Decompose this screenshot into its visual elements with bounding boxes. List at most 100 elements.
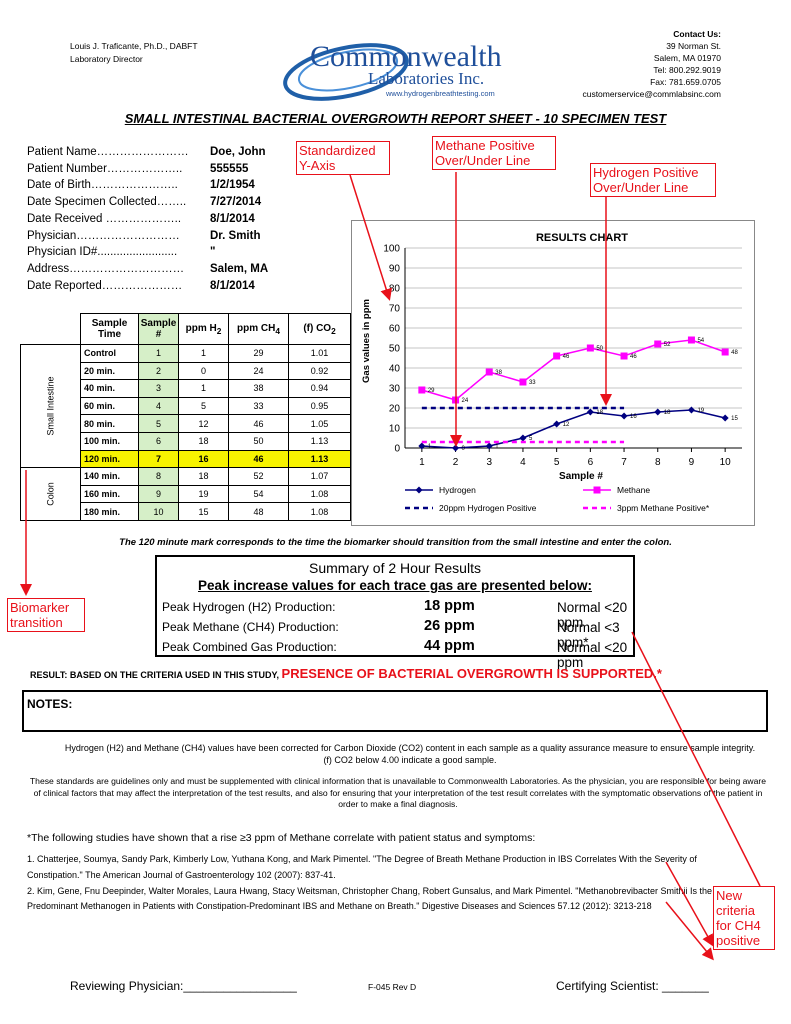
table-cell: 5: [138, 414, 180, 433]
patient-label: Patient Name……………………: [27, 146, 189, 158]
summary-row-combined: Peak Combined Gas Production: 44 ppm Nor…: [162, 638, 632, 670]
patient-label: Date Reported…………………: [27, 279, 183, 292]
results-chart-svg: RESULTS CHART Sample # Gas values in ppm…: [361, 232, 742, 513]
table-cell: Control: [80, 344, 140, 363]
table-cell: 9: [138, 484, 180, 504]
result-text: PRESENCE OF BACTERIAL OVERGROWTH IS SUPP…: [281, 666, 662, 681]
data-point: [687, 336, 695, 344]
table-cell: 1: [178, 344, 230, 363]
table-cell: 1.05: [288, 414, 352, 433]
contact-email: customerservice@commlabsinc.com: [582, 89, 721, 99]
notes-box: NOTES:: [22, 690, 768, 732]
summary-box: Summary of 2 Hour Results Peak increase …: [155, 555, 635, 670]
table-cell: 1: [138, 344, 180, 363]
data-point: [553, 352, 561, 360]
patient-label: Patient Number………………..: [27, 162, 183, 175]
patient-value: ": [210, 246, 216, 259]
x-tick-label: 8: [655, 457, 661, 468]
table-cell: 33: [228, 396, 290, 416]
patient-row: Physician ID#......................... ": [27, 244, 268, 261]
x-tick-label: 2: [453, 457, 459, 468]
y-tick-label: 10: [389, 424, 401, 435]
table-cell: 4: [138, 396, 180, 416]
data-label: 38: [495, 370, 502, 376]
table-cell: 10: [138, 502, 180, 521]
patient-label: Date of Birth…………………..: [27, 179, 178, 192]
table-cell: 46: [228, 449, 290, 469]
references: 1. Chatterjee, Soumya, Sandy Park, Kimbe…: [27, 852, 717, 915]
table-cell: 100 min.: [80, 431, 140, 451]
data-point: [586, 408, 594, 416]
table-cell: 50: [228, 431, 290, 451]
patient-label: Date Received ………………..: [27, 212, 182, 225]
table-cell: 7: [138, 449, 180, 469]
data-point: [418, 386, 426, 394]
logo-url: www.hydrogenbreathtesting.com: [385, 89, 495, 98]
transition-note: The 120 minute mark corresponds to the t…: [119, 537, 672, 548]
data-label: 54: [697, 338, 704, 344]
table-row: Colon 140 min. 8 18 52 1.07: [19, 467, 352, 521]
legend-label: 20ppm Hydrogen Positive: [439, 503, 537, 513]
table-cell: 20 min.: [80, 361, 140, 381]
chart-title: RESULTS CHART: [536, 232, 628, 244]
patient-label: Physician………………………: [27, 229, 180, 242]
patient-label: Date Specimen Collected……..: [27, 196, 187, 209]
table-cell: 16: [178, 449, 230, 469]
data-point: [654, 408, 662, 416]
data-point: [620, 352, 628, 360]
patient-row: Patient Name…………………… Doe, John: [27, 144, 268, 161]
annotation-methane-line: Methane Positive Over/Under Line: [432, 136, 556, 170]
contact-block: Contact Us: 39 Norman St. Salem, MA 0197…: [582, 28, 721, 100]
table-cell: 1.07: [288, 467, 352, 486]
table-cell: 6: [138, 431, 180, 451]
correction-text: Hydrogen (H2) and Methane (CH4) values h…: [64, 743, 756, 765]
table-cell: 3: [138, 379, 180, 398]
table-row: Small Intestine Control 1 1 29 1.01: [19, 343, 352, 469]
patient-info: Patient Name…………………… Doe, John Patient Num…: [27, 144, 268, 294]
section-label: Colon: [45, 482, 56, 506]
form-number: F-045 Rev D: [368, 982, 417, 992]
data-label: 50: [596, 346, 603, 352]
patient-value: 555555: [210, 162, 249, 175]
data-label: 18: [664, 410, 671, 416]
contact-title: Contact Us:: [673, 29, 721, 39]
table-cell: 12: [178, 414, 230, 433]
data-label: 52: [664, 342, 671, 348]
y-tick-label: 100: [383, 244, 400, 255]
table-cell: 1.08: [288, 502, 352, 521]
summary-label: Peak Methane (CH4) Production:: [162, 620, 339, 634]
data-label: 1: [495, 444, 499, 450]
contact-fax: Fax: 781.659.0705: [650, 77, 721, 87]
data-label: 24: [462, 398, 469, 404]
patient-row: Address………………………… Salem, MA: [27, 261, 268, 278]
data-label: 15: [731, 416, 738, 422]
data-label: 33: [529, 380, 536, 386]
table-cell: 8: [138, 467, 180, 486]
table-cell: 18: [178, 431, 230, 451]
y-tick-label: 40: [389, 364, 401, 375]
results-table-body: Small Intestine Control 1 1 29 1.01 20 min. 2 0 2…: [19, 343, 352, 521]
data-point: [620, 412, 628, 420]
patient-row: Date Received ……………….. 8/1/2014: [27, 211, 268, 228]
table-cell: 46: [228, 414, 290, 433]
patient-value: Doe, John: [210, 146, 266, 158]
table-cell: 38: [228, 379, 290, 398]
summary-label: Peak Combined Gas Production:: [162, 640, 337, 654]
table-cell: 48: [228, 502, 290, 521]
x-tick-label: 3: [486, 457, 492, 468]
data-point: [485, 368, 493, 376]
col-sample-time: Sample Time: [80, 313, 140, 345]
result-prefix: RESULT: BASED ON THE CRITERIA USED IN TH…: [30, 670, 280, 680]
patient-value: 8/1/2014: [210, 279, 255, 292]
summary-row-hydrogen: Peak Hydrogen (H2) Production: 18 ppm No…: [162, 598, 632, 630]
table-cell: 1.13: [288, 449, 352, 469]
chart-ylabel: Gas values in ppm: [361, 299, 372, 383]
summary-subtitle: Peak increase values for each trace gas …: [198, 578, 592, 593]
summary-title: Summary of 2 Hour Results: [309, 560, 481, 576]
contact-tel: Tel: 800.292.9019: [653, 65, 721, 75]
x-tick-label: 6: [588, 457, 594, 468]
company-logo: Commonwealth Laboratories Inc. www.hydro…: [276, 30, 536, 104]
y-tick-label: 60: [389, 324, 401, 335]
annotation-y-axis: Standardized Y-Axis: [296, 141, 390, 175]
col-ppm-ch4: ppm CH4: [228, 313, 290, 345]
